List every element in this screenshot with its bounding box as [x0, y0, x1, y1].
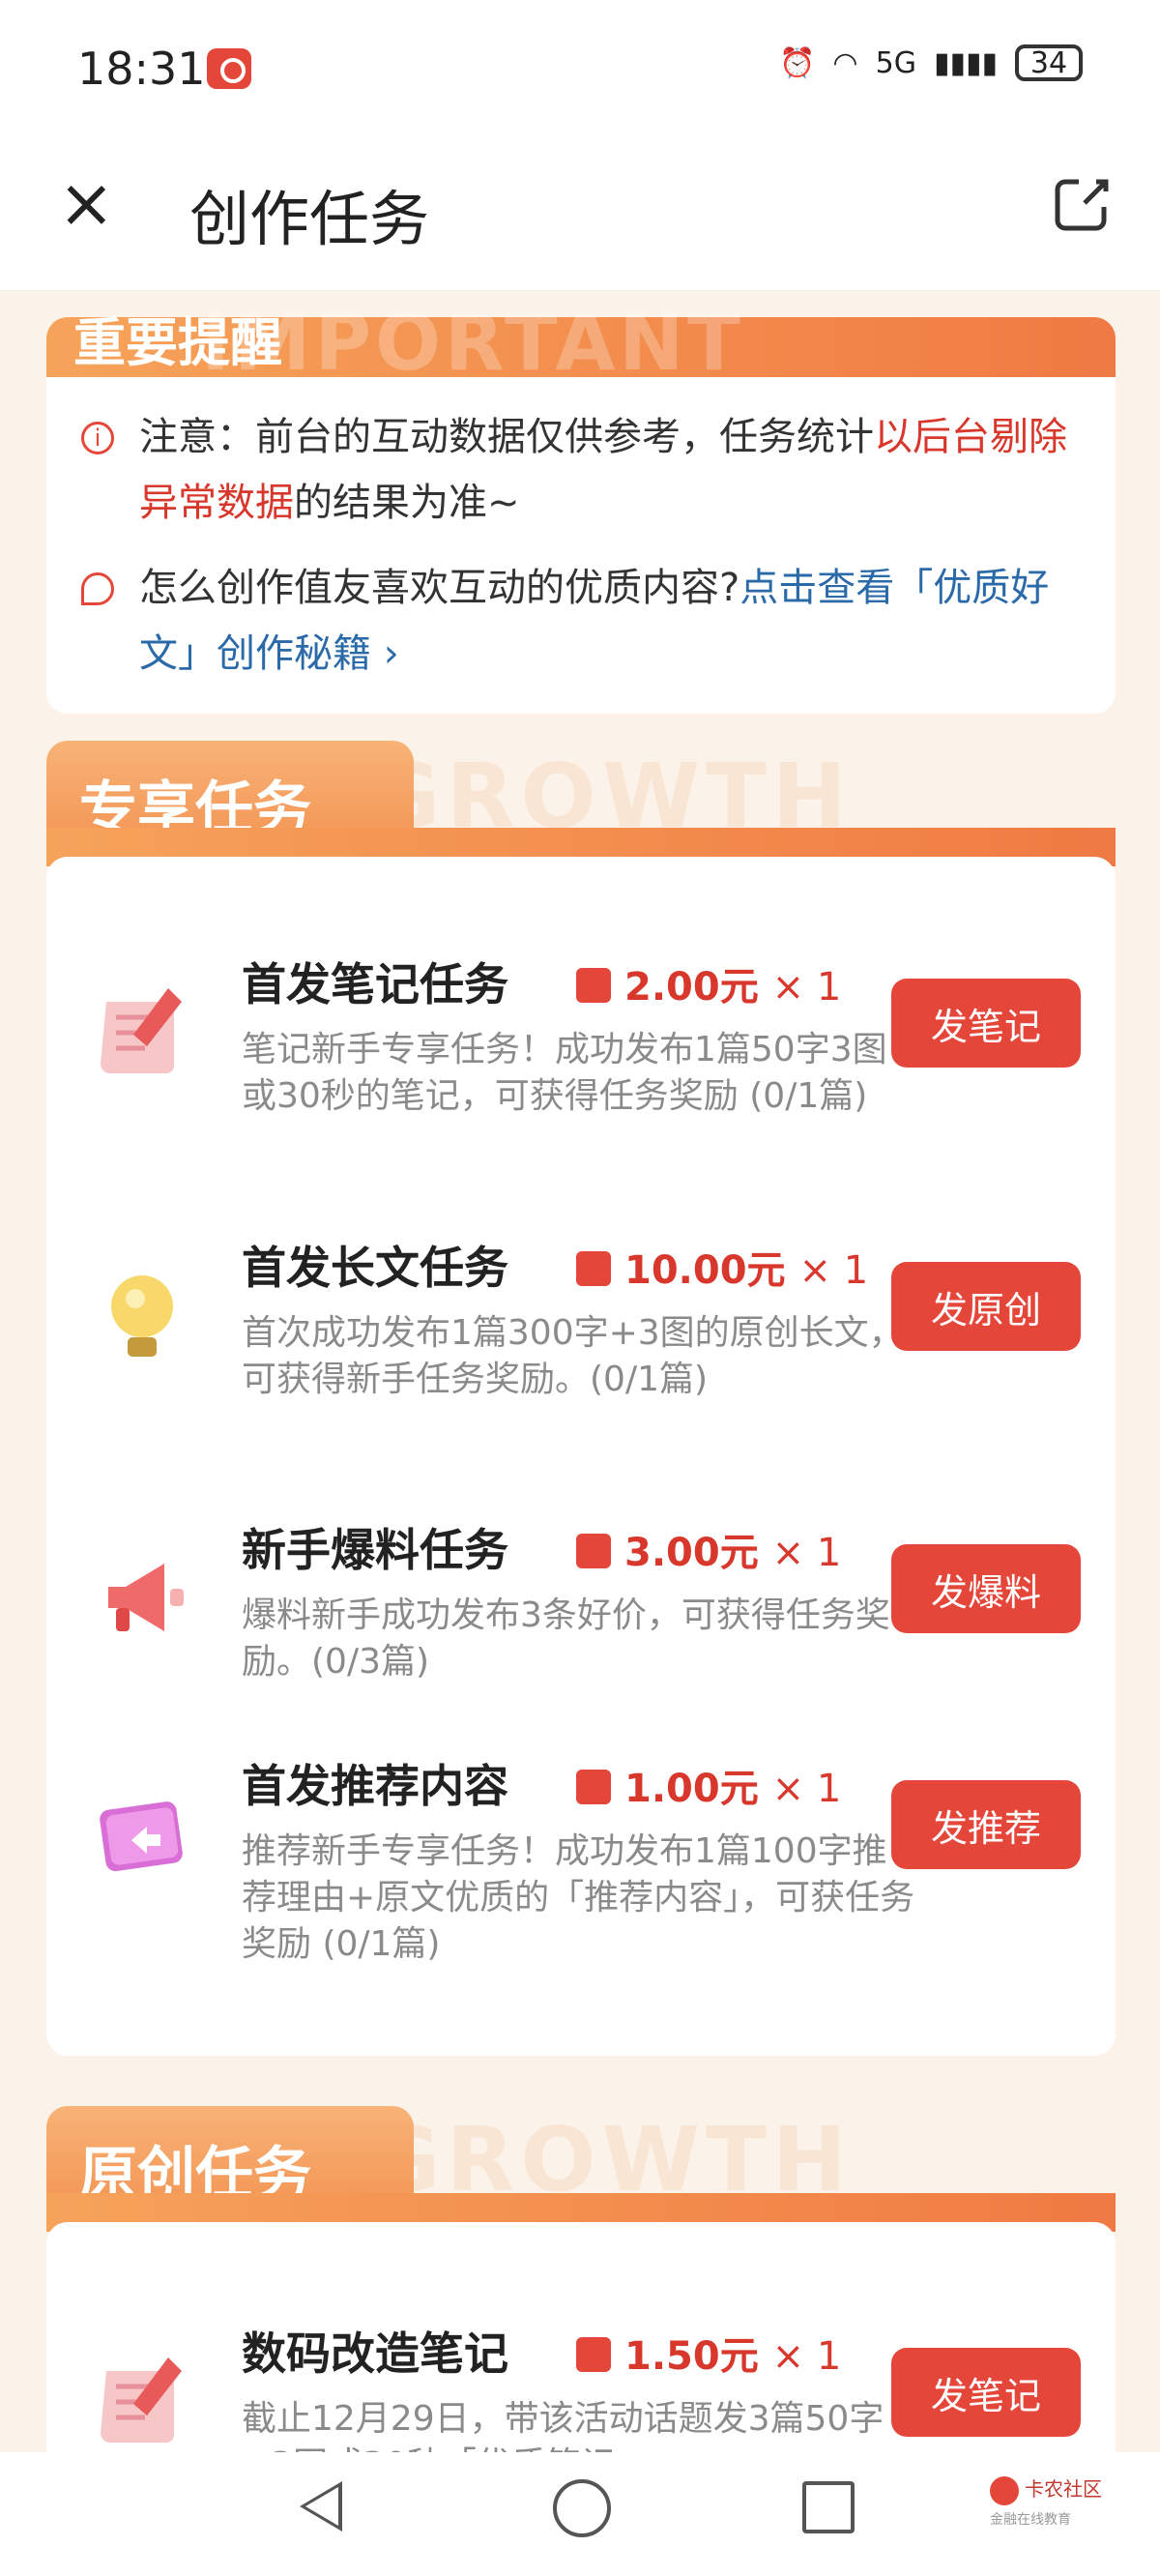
task-reward: 10.00元 × 1	[576, 1239, 868, 1295]
battery-icon: 34	[1015, 44, 1083, 81]
home-icon[interactable]	[553, 2479, 611, 2537]
notice-text: 注意：前台的互动数据仅供参考，任务统计	[139, 415, 874, 459]
system-nav-bar: 卡农社区 金融在线教育	[0, 2452, 1160, 2576]
alarm-icon: ⏰	[779, 45, 816, 80]
reward-multiplier: × 1	[771, 1767, 842, 1811]
task-name: 首发推荐内容	[242, 1760, 508, 1812]
task-desc: 首次成功发布1篇300字+3图的原创长文，可获得新手任务奖励。(0/1篇)	[242, 1313, 904, 1399]
task-desc: 截止12月29日，带该活动话题发3篇50字+3图或30秒「优质笔记	[242, 2399, 884, 2456]
reminder-notice: i 注意：前台的互动数据仅供参考，任务统计以后台剔除异常数据的结果为准~	[81, 404, 1087, 536]
task-reward: 1.50元 × 1	[576, 2325, 841, 2381]
task-row: 首发推荐内容 1.00元 × 1 推荐新手专享任务！成功发布1篇100字推荐理由…	[46, 1751, 1116, 1993]
heart-icon	[81, 572, 114, 605]
status-bar: 18:31 ⏰ ◠ 5G ▮▮▮▮ 34	[0, 0, 1160, 135]
reward-amount: 3.00元	[624, 1531, 759, 1575]
watermark-text: 卡农社区	[1025, 2477, 1102, 2501]
page-title: 创作任务	[189, 184, 430, 254]
task-desc: 笔记新手专享任务！成功发布1篇50字3图或30秒的笔记，可获得任务奖励 (0/1…	[242, 1030, 887, 1116]
note-paper-icon	[101, 2357, 182, 2443]
red-packet-icon	[576, 1251, 611, 1286]
wifi-icon: ◠	[832, 45, 858, 80]
info-icon: i	[81, 422, 114, 454]
task-name: 数码改造笔记	[242, 2327, 508, 2380]
task-reward: 3.00元 × 1	[576, 1521, 841, 1577]
reminder-card: IMPORTANT REMINDER 重要提醒 i 注意：前台的互动数据仅供参考…	[46, 298, 1116, 714]
signal-bars-icon: ▮▮▮▮	[933, 45, 998, 80]
megaphone-icon	[108, 1564, 184, 1631]
task-desc: 爆料新手成功发布3条好价，可获得任务奖励。(0/3篇)	[242, 1595, 890, 1682]
note-paper-icon	[101, 988, 182, 1073]
task-row: 首发笔记任务 2.00元 × 1 笔记新手专享任务！成功发布1篇50字3图或30…	[46, 950, 1116, 1191]
post-note-button[interactable]: 发笔记	[891, 2348, 1081, 2437]
red-packet-icon	[576, 1770, 611, 1804]
recommend-book-icon	[100, 1801, 183, 1872]
task-row: 数码改造笔记 1.50元 × 1 截止12月29日，带该活动话题发3篇50字+3…	[46, 2319, 1116, 2456]
scroll-content[interactable]: IMPORTANT REMINDER 重要提醒 i 注意：前台的互动数据仅供参考…	[0, 290, 1160, 2456]
red-packet-icon	[576, 2337, 611, 2372]
red-packet-icon	[576, 968, 611, 1003]
task-name: 新手爆料任务	[242, 1524, 508, 1576]
back-icon[interactable]	[300, 2481, 342, 2532]
network-label: 5G	[875, 45, 916, 80]
reward-amount: 1.00元	[624, 1767, 759, 1811]
reward-multiplier: × 1	[771, 2334, 842, 2379]
reward-multiplier: × 1	[771, 1531, 842, 1575]
watermark-subtext: 金融在线教育	[990, 2511, 1071, 2528]
status-icons: ⏰ ◠ 5G ▮▮▮▮ 34	[779, 44, 1083, 81]
recent-apps-icon[interactable]	[802, 2481, 855, 2533]
reward-amount: 1.50元	[624, 2334, 759, 2379]
notice-tail: 的结果为准~	[294, 481, 520, 525]
reminder-title: 重要提醒	[73, 312, 282, 373]
task-row: 首发长文任务 10.00元 × 1 首次成功发布1篇300字+3图的原创长文，可…	[46, 1233, 1116, 1475]
task-row: 新手爆料任务 3.00元 × 1 爆料新手成功发布3条好价，可获得任务奖励。(0…	[46, 1515, 1116, 1757]
reminder-header: IMPORTANT REMINDER 重要提醒	[46, 298, 1116, 478]
post-original-button[interactable]: 发原创	[891, 1262, 1081, 1351]
task-name: 首发笔记任务	[242, 958, 508, 1010]
site-watermark: 卡农社区 金融在线教育	[990, 2474, 1102, 2529]
clock: 18:31	[77, 43, 206, 95]
task-reward: 1.00元 × 1	[576, 1757, 841, 1813]
lightbulb-icon	[111, 1275, 173, 1357]
task-desc: 推荐新手专享任务！成功发布1篇100字推荐理由+原文优质的「推荐内容」，可获任务…	[242, 1831, 915, 1964]
app-notification-icon	[207, 48, 251, 89]
task-name: 首发长文任务	[242, 1242, 508, 1294]
watermark-logo	[990, 2475, 1019, 2505]
top-navbar: × 创作任务	[0, 135, 1160, 291]
close-icon[interactable]: ×	[58, 169, 116, 237]
post-deal-button[interactable]: 发爆料	[891, 1544, 1081, 1633]
reminder-tip: 怎么创作值友喜欢互动的优质内容?点击查看「优质好文」创作秘籍 ›	[81, 555, 1087, 687]
reward-multiplier: × 1	[771, 965, 842, 1010]
red-packet-icon	[576, 1534, 611, 1568]
post-note-button[interactable]: 发笔记	[891, 979, 1081, 1068]
reward-amount: 2.00元	[624, 965, 759, 1010]
reward-amount: 10.00元	[624, 1248, 786, 1293]
post-recommend-button[interactable]: 发推荐	[891, 1780, 1081, 1869]
tip-text: 怎么创作值友喜欢互动的优质内容?	[139, 566, 740, 610]
reward-multiplier: × 1	[798, 1248, 869, 1293]
task-reward: 2.00元 × 1	[576, 955, 841, 1011]
share-icon[interactable]	[1052, 174, 1112, 234]
